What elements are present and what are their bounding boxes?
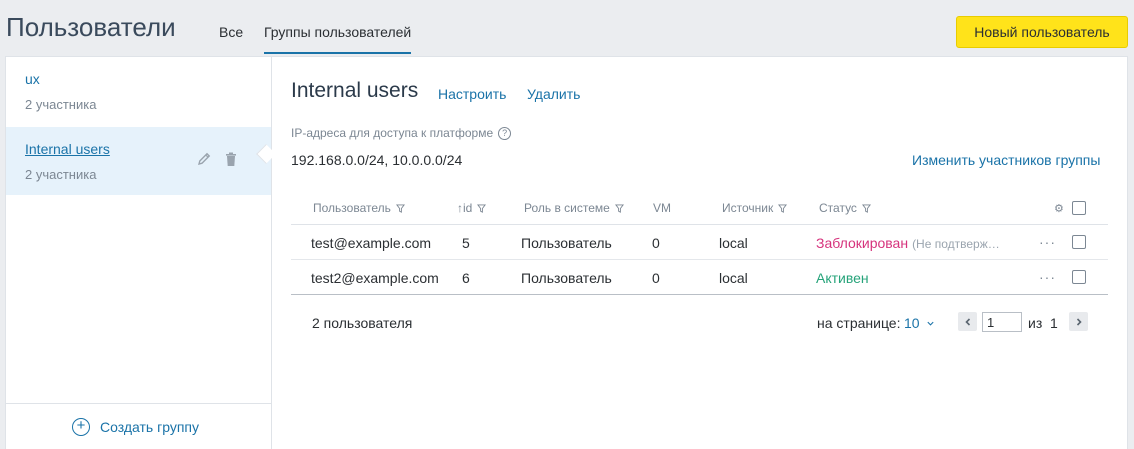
filter-icon[interactable]: [778, 203, 788, 213]
create-group-button[interactable]: + Создать группу: [72, 418, 199, 436]
edit-group-members-link[interactable]: Изменить участников группы: [912, 152, 1100, 168]
status-badge: Активен: [816, 270, 869, 286]
tab-all[interactable]: Все: [219, 24, 243, 40]
group-name[interactable]: ux: [25, 71, 40, 87]
table-row[interactable]: test@example.com 5 Пользователь 0 local …: [291, 225, 1108, 260]
cell-user: test2@example.com: [311, 270, 439, 286]
cell-id: 6: [462, 270, 470, 286]
tab-user-groups[interactable]: Группы пользователей: [264, 24, 412, 54]
cell-role: Пользователь: [521, 235, 612, 251]
filter-icon[interactable]: [395, 203, 405, 213]
content-panel: ux 2 участника Internal users 2 участник…: [5, 56, 1128, 449]
help-icon[interactable]: ?: [498, 126, 512, 140]
more-actions-icon[interactable]: ···: [1039, 234, 1056, 250]
page-of-label: из 1: [1028, 315, 1058, 331]
cell-vm: 0: [652, 270, 660, 286]
group-item-internal-users[interactable]: Internal users 2 участника: [6, 127, 271, 195]
cell-status: Активен: [816, 270, 869, 286]
table-header: Пользователь ↑ id Роль в системе VM Исто…: [291, 194, 1108, 225]
group-member-count: 2 участника: [25, 97, 97, 112]
gear-icon[interactable]: ⚙: [1054, 202, 1064, 215]
ip-access-value: 192.168.0.0/24, 10.0.0.0/24: [291, 152, 463, 168]
per-page-select[interactable]: 10: [904, 315, 935, 331]
table-row[interactable]: test2@example.com 6 Пользователь 0 local…: [291, 260, 1108, 295]
column-user[interactable]: Пользователь: [313, 201, 405, 215]
chevron-left-icon: [964, 317, 970, 326]
column-role[interactable]: Роль в системе: [524, 201, 624, 215]
per-page-label: на странице:: [817, 315, 901, 331]
page-title: Пользователи: [6, 12, 176, 42]
ip-access-label: IP-адреса для доступа к платформе ?: [291, 126, 512, 140]
ip-access-label-text: IP-адреса для доступа к платформе: [291, 126, 494, 140]
status-note: (Не подтверж…: [912, 237, 1000, 251]
filter-icon[interactable]: [477, 203, 487, 213]
groups-sidebar: ux 2 участника Internal users 2 участник…: [6, 57, 272, 449]
users-count: 2 пользователя: [312, 315, 413, 331]
new-user-button[interactable]: Новый пользователь: [956, 16, 1128, 48]
next-page-button[interactable]: [1069, 312, 1088, 331]
create-group-label: Создать группу: [100, 419, 199, 435]
cell-vm: 0: [652, 235, 660, 251]
cell-source: local: [719, 270, 748, 286]
column-vm[interactable]: VM: [653, 201, 671, 215]
group-item-ux[interactable]: ux 2 участника: [6, 57, 271, 125]
column-source[interactable]: Источник: [722, 201, 788, 215]
more-actions-icon[interactable]: ···: [1039, 269, 1056, 285]
column-status[interactable]: Статус: [819, 201, 871, 215]
row-checkbox[interactable]: [1072, 270, 1086, 284]
sidebar-footer: + Создать группу: [6, 403, 271, 449]
pencil-icon[interactable]: [194, 149, 214, 169]
prev-page-button[interactable]: [958, 312, 977, 331]
page-number-input[interactable]: [982, 312, 1022, 332]
cell-user: test@example.com: [311, 235, 432, 251]
chevron-down-icon: [927, 321, 935, 326]
plus-circle-icon: +: [72, 418, 90, 436]
total-pages: 1: [1050, 315, 1058, 331]
cell-role: Пользователь: [521, 270, 612, 286]
filter-icon[interactable]: [614, 203, 624, 213]
row-checkbox[interactable]: [1072, 235, 1086, 249]
column-id[interactable]: ↑ id: [457, 201, 487, 215]
cell-id: 5: [462, 235, 470, 251]
top-bar: Пользователи Все Группы пользователей Но…: [0, 0, 1134, 56]
chevron-right-icon: [1076, 317, 1082, 326]
cell-status: Заблокирован (Не подтверж…: [816, 235, 1000, 251]
filter-icon[interactable]: [861, 203, 871, 213]
group-name[interactable]: Internal users: [25, 141, 110, 157]
cell-source: local: [719, 235, 748, 251]
group-member-count: 2 участника: [25, 167, 97, 182]
delete-link[interactable]: Удалить: [527, 86, 580, 102]
users-table: Пользователь ↑ id Роль в системе VM Исто…: [291, 194, 1108, 295]
configure-link[interactable]: Настроить: [438, 86, 506, 102]
group-title: Internal users: [291, 79, 419, 102]
trash-icon[interactable]: [221, 149, 241, 169]
select-all-checkbox[interactable]: [1072, 201, 1086, 215]
status-badge: Заблокирован: [816, 235, 909, 251]
group-detail: Internal users Настроить Удалить IP-адре…: [272, 57, 1128, 449]
